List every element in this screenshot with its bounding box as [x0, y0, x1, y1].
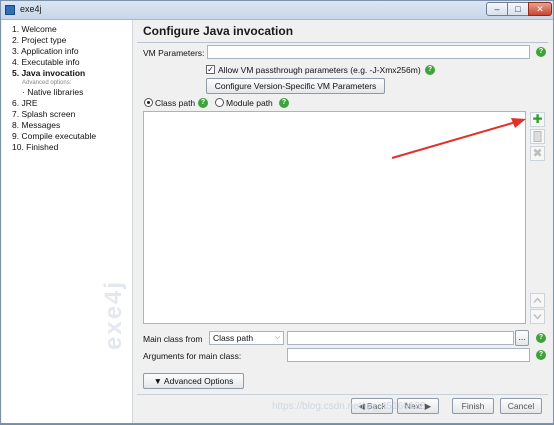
step-item[interactable]: 1. Welcome: [12, 24, 96, 35]
allow-passthrough-label: Allow VM passthrough parameters (e.g. -J…: [218, 65, 421, 75]
step-item[interactable]: 7. Splash screen: [12, 109, 96, 120]
step-item[interactable]: 2. Project type: [12, 35, 96, 46]
document-icon: [533, 131, 542, 142]
move-up-button[interactable]: [530, 293, 545, 308]
help-icon[interactable]: ?: [425, 65, 435, 75]
class-path-radio[interactable]: [144, 98, 153, 107]
class-path-radio-label: Class path: [155, 98, 196, 108]
source-credit: https://blog.csdn.net/qq_45160138: [272, 401, 426, 412]
move-down-button[interactable]: [530, 309, 545, 324]
remove-entry-button[interactable]: ✖: [530, 146, 545, 161]
title-bar[interactable]: exe4j – □ ✕: [1, 1, 553, 20]
advanced-options-button[interactable]: ▼ Advanced Options: [143, 373, 244, 389]
class-path-list[interactable]: [143, 111, 526, 324]
module-path-radio[interactable]: [215, 98, 224, 107]
help-icon[interactable]: ?: [536, 333, 546, 343]
step-item[interactable]: 10. Finished: [12, 142, 96, 153]
arguments-input[interactable]: [287, 348, 530, 362]
allow-passthrough-checkbox[interactable]: ✓: [206, 65, 215, 74]
step-list: 1. Welcome 2. Project type 3. Application …: [12, 24, 96, 153]
main-class-source-value: Class path: [213, 333, 254, 343]
version-specific-vm-parameters-button[interactable]: Configure Version-Specific VM Parameters: [206, 78, 385, 94]
step-item[interactable]: 4. Executable info: [12, 57, 96, 68]
help-icon[interactable]: ?: [536, 350, 546, 360]
installer-window: exe4j – □ ✕ 1. Welcome 2. Project type 3. …: [0, 0, 554, 424]
chevron-down-icon: [533, 314, 542, 320]
title-divider: [137, 42, 548, 43]
advanced-options-label: Advanced Options: [163, 376, 234, 386]
help-icon[interactable]: ?: [198, 98, 208, 108]
help-icon[interactable]: ?: [279, 98, 289, 108]
footer-divider: [137, 394, 548, 395]
maximize-button[interactable]: □: [507, 2, 529, 16]
window-title: exe4j: [20, 4, 42, 14]
chevron-up-icon: [533, 297, 542, 303]
finish-button[interactable]: Finish: [452, 398, 494, 414]
main-class-source-select[interactable]: Class path ⌵: [209, 331, 284, 345]
main-class-from-label: Main class from: [143, 334, 203, 344]
minimize-button[interactable]: –: [486, 2, 508, 16]
edit-entry-button[interactable]: [530, 129, 545, 144]
module-path-radio-label: Module path: [226, 98, 273, 108]
help-icon[interactable]: ?: [536, 47, 546, 57]
arguments-label: Arguments for main class:: [143, 351, 242, 361]
main-panel: Configure Java invocation VM Parameters:…: [134, 20, 553, 423]
triangle-down-icon: ▼: [153, 376, 164, 386]
step-item[interactable]: 8. Messages: [12, 120, 96, 131]
close-button[interactable]: ✕: [528, 2, 552, 16]
step-item[interactable]: · Native libraries: [12, 87, 96, 98]
browse-main-class-button[interactable]: ...: [515, 330, 529, 346]
chevron-down-icon: ⌵: [274, 334, 280, 341]
vm-parameters-input[interactable]: [207, 45, 530, 59]
app-icon: [5, 5, 15, 15]
exe4j-watermark: exe4j: [100, 279, 127, 350]
step-item[interactable]: 9. Compile executable: [12, 131, 96, 142]
main-class-input[interactable]: [287, 331, 514, 345]
vm-parameters-label: VM Parameters:: [143, 48, 205, 58]
cancel-button[interactable]: Cancel: [500, 398, 542, 414]
page-title: Configure Java invocation: [143, 24, 294, 38]
step-item[interactable]: 3. Application info: [12, 46, 96, 57]
step-item[interactable]: 5. Java invocation: [12, 68, 96, 79]
step-item[interactable]: 6. JRE: [12, 98, 96, 109]
add-entry-button[interactable]: ✚: [530, 112, 545, 127]
advanced-options-heading: Advanced options:: [22, 80, 72, 86]
wizard-steps-sidebar: 1. Welcome 2. Project type 3. Application …: [2, 20, 133, 423]
